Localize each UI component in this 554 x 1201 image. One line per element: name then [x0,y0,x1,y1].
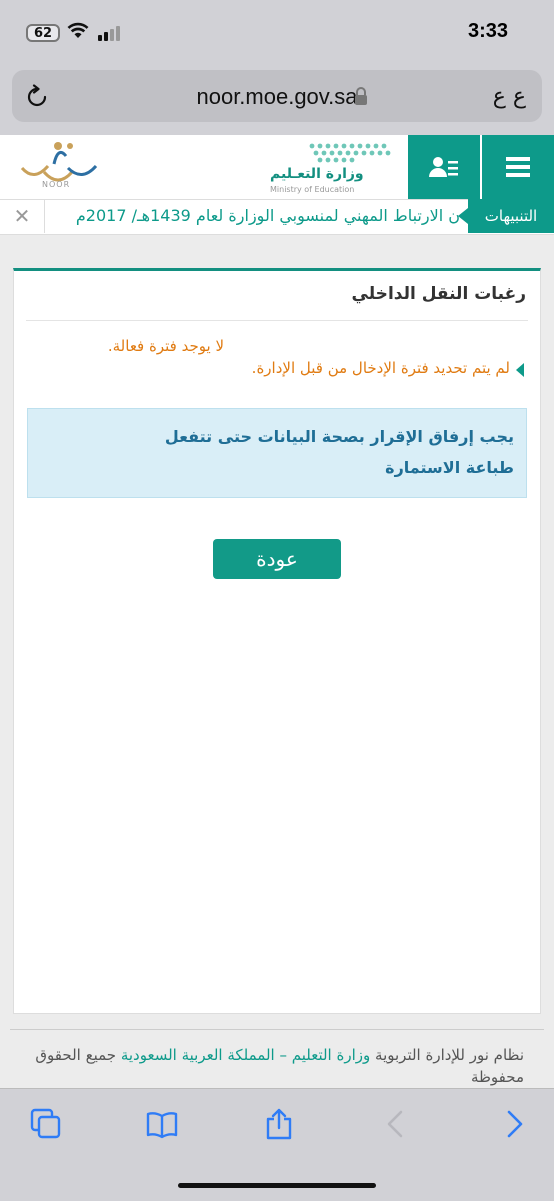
text-size-button[interactable]: ع ع [493,84,526,109]
noor-logo[interactable]: NOOR [14,138,102,196]
footer-text-1: نظام نور للإدارة التربوية [370,1046,524,1064]
home-indicator [178,1183,376,1188]
footer-divider [10,1029,544,1030]
user-menu-button[interactable] [408,135,480,199]
noor-label: NOOR [42,180,71,189]
period-not-set-message: لم يتم تحديد فترة الإدخال من قبل الإدارة… [251,359,510,377]
forward-arrow-icon[interactable] [498,1108,530,1140]
battery-indicator: 62 [26,24,60,42]
signal-icon [98,25,120,41]
battery-level: 62 [33,25,53,41]
bullet-arrow-icon [516,363,524,377]
page-title: رغبات النقل الداخلي [351,284,526,304]
content-panel [13,268,541,1014]
footer: نظام نور للإدارة التربوية وزارة التعليم … [4,1044,524,1088]
notifications-label-text: التنبيهات [484,207,538,225]
wifi-icon [67,22,89,38]
main-menu-button[interactable] [482,135,554,199]
back-arrow-icon[interactable] [380,1108,412,1140]
notification-text[interactable]: ن الارتباط المهني لمنسوبي الوزارة لعام 1… [50,199,460,233]
back-button-label: عودة [256,547,298,571]
menu-icon [506,157,530,177]
info-alert-text: يجب إرفاق الإقرار بصحة البيانات حتى تتفع… [164,427,514,477]
bookmarks-icon[interactable] [146,1108,178,1140]
status-time: 3:33 [467,20,508,42]
ministry-name-ar: وزارة التعـليم [270,166,364,182]
share-icon[interactable] [263,1108,295,1140]
close-icon[interactable]: ✕ [0,199,45,233]
lock-icon [355,87,367,105]
ministry-name-en: Ministry of Education [270,185,355,194]
back-button[interactable]: عودة [213,539,341,579]
user-list-icon [429,157,458,177]
notifications-label: التنبيهات [458,199,554,233]
divider [26,320,528,321]
footer-link[interactable]: وزارة التعليم – المملكة العربية السعودية [121,1046,370,1064]
tabs-icon[interactable] [30,1108,62,1140]
no-active-period-message: لا يوجد فترة فعالة. [107,337,224,355]
url-text[interactable]: noor.moe.gov.sa [0,84,554,110]
